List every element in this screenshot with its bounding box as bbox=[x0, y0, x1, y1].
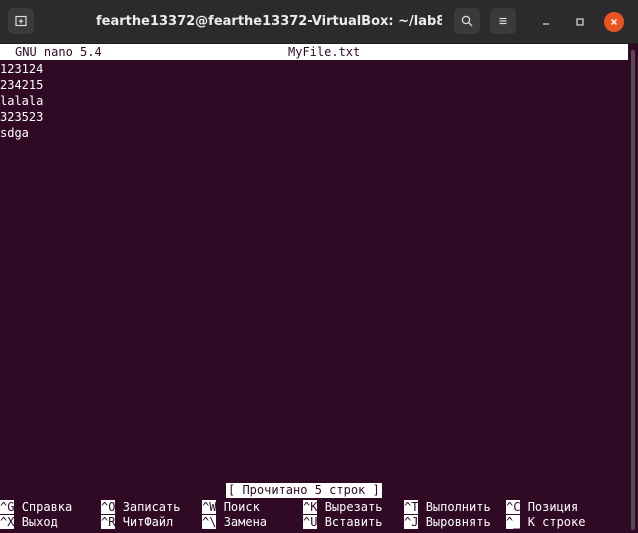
shortcut-key: ^U bbox=[303, 515, 318, 529]
terminal-window: fearthe13372@fearthe13372-VirtualBox: ~/… bbox=[0, 0, 638, 533]
shortcut-label: Вставить bbox=[324, 515, 383, 529]
shortcut-label: ЧитФайл bbox=[122, 515, 174, 529]
shortcut-exit: ^X Выход bbox=[0, 515, 58, 530]
scrollbar-thumb[interactable] bbox=[631, 50, 635, 530]
shortcut-write: ^O Записать bbox=[101, 500, 180, 515]
shortcut-read-file: ^R ЧитФайл bbox=[101, 515, 173, 530]
shortcut-label: Выровнять bbox=[425, 515, 491, 529]
shortcut-key: ^_ bbox=[506, 515, 521, 529]
new-tab-button[interactable] bbox=[8, 8, 34, 34]
shortcut-label: Выход bbox=[21, 515, 58, 529]
nano-version: GNU nano 5.4 bbox=[15, 45, 102, 59]
shortcut-key: ^\ bbox=[202, 515, 217, 529]
shortcut-replace: ^\ Замена bbox=[202, 515, 267, 530]
shortcut-execute: ^T Выполнить bbox=[404, 500, 491, 515]
shortcut-label: Позиция bbox=[527, 500, 579, 514]
shortcut-key: ^T bbox=[404, 500, 419, 514]
hamburger-menu-icon bbox=[499, 17, 507, 25]
file-line: 323523 bbox=[0, 110, 44, 124]
shortcut-key: ^W bbox=[202, 500, 217, 514]
shortcut-help: ^G Справка bbox=[0, 500, 72, 515]
file-line: 123124 bbox=[0, 62, 44, 76]
close-button[interactable] bbox=[604, 12, 624, 32]
shortcut-label: Записать bbox=[122, 500, 181, 514]
maximize-icon bbox=[576, 18, 584, 26]
shortcut-key: ^C bbox=[506, 500, 521, 514]
shortcut-label: Замена bbox=[223, 515, 268, 529]
window-title: fearthe13372@fearthe13372-VirtualBox: ~/… bbox=[96, 14, 442, 29]
shortcut-label: Поиск bbox=[223, 500, 260, 514]
shortcut-cut: ^K Вырезать bbox=[303, 500, 382, 515]
shortcut-key: ^X bbox=[0, 515, 15, 529]
close-icon bbox=[611, 19, 617, 25]
search-button[interactable] bbox=[454, 8, 480, 34]
file-line: sdga bbox=[0, 126, 29, 140]
shortcut-row-1: ^G Справка ^O Записать ^W Поиск ^K Вырез… bbox=[0, 500, 578, 515]
minimize-icon bbox=[543, 23, 549, 25]
new-tab-icon bbox=[15, 15, 27, 27]
shortcut-label: Вырезать bbox=[324, 500, 383, 514]
maximize-button[interactable] bbox=[570, 12, 590, 32]
shortcut-label: К строке bbox=[527, 515, 586, 529]
shortcut-justify: ^J Выровнять bbox=[404, 515, 491, 530]
shortcut-row-2: ^X Выход ^R ЧитФайл ^\ Замена ^U Вставит… bbox=[0, 515, 585, 530]
status-message: [ Прочитано 5 строк ] bbox=[226, 483, 382, 498]
shortcut-key: ^G bbox=[0, 500, 15, 514]
terminal-area[interactable]: GNU nano 5.4 MyFile.txt 123124 234215 la… bbox=[0, 44, 628, 533]
file-line: 234215 bbox=[0, 78, 44, 92]
shortcut-label: Выполнить bbox=[425, 500, 491, 514]
header-bar: fearthe13372@fearthe13372-VirtualBox: ~/… bbox=[0, 0, 638, 44]
nano-filename: MyFile.txt bbox=[288, 45, 361, 59]
terminal-scrollbar[interactable] bbox=[628, 44, 638, 533]
search-icon bbox=[461, 15, 473, 27]
shortcut-search: ^W Поиск bbox=[202, 500, 260, 515]
shortcut-key: ^K bbox=[303, 500, 318, 514]
file-content[interactable]: 123124 234215 lalala 323523 sdga bbox=[0, 61, 43, 141]
menu-button[interactable] bbox=[490, 8, 516, 34]
shortcut-paste: ^U Вставить bbox=[303, 515, 382, 530]
file-line: lalala bbox=[0, 94, 44, 108]
shortcut-label: Справка bbox=[21, 500, 73, 514]
shortcut-key: ^J bbox=[404, 515, 419, 529]
minimize-button[interactable] bbox=[536, 12, 556, 32]
shortcut-position: ^C Позиция bbox=[506, 500, 578, 515]
shortcut-key: ^O bbox=[101, 500, 116, 514]
nano-title-bar: GNU nano 5.4 MyFile.txt bbox=[0, 44, 628, 60]
shortcut-goto-line: ^_ К строке bbox=[506, 515, 585, 530]
shortcut-key: ^R bbox=[101, 515, 116, 529]
